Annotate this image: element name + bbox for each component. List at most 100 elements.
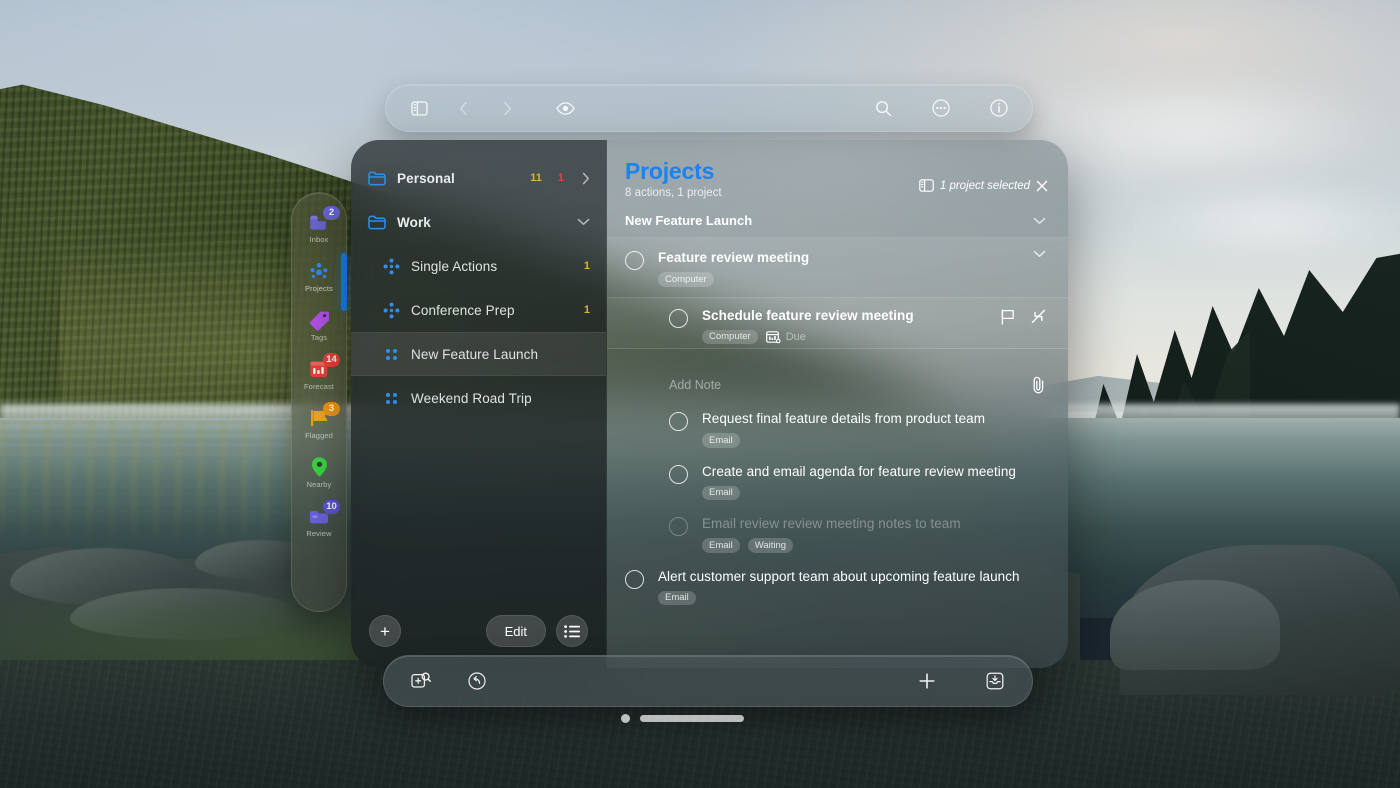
task-title: Create and email agenda for feature revi… (702, 464, 1046, 479)
task-checkbox[interactable] (669, 465, 688, 484)
sidebar-label-personal: Personal (397, 171, 514, 186)
rail-item-nearby[interactable]: Nearby (293, 452, 345, 492)
task-body: Email review review meeting notes to tea… (702, 516, 1046, 553)
rail-item-tags[interactable]: Tags (293, 305, 345, 345)
perspective-rail: 2 Inbox Projects Tags (291, 192, 347, 612)
cloud (1120, 180, 1400, 260)
close-icon[interactable] (1036, 180, 1048, 192)
tag-chip[interactable]: Computer (702, 330, 758, 345)
project-group-name: New Feature Launch (625, 213, 1033, 228)
tag-chip[interactable]: Email (658, 591, 696, 606)
sidebar-label-single-actions: Single Actions (411, 259, 568, 274)
sidebar-item-work[interactable]: Work (351, 200, 606, 244)
back-icon[interactable] (446, 91, 480, 125)
due-label: Due (786, 331, 806, 343)
forward-icon[interactable] (490, 91, 524, 125)
rail-label-flagged: Flagged (305, 431, 333, 440)
task-row[interactable]: Email review review meeting notes to tea… (607, 510, 1068, 563)
selection-status: 1 project selected (919, 179, 1048, 192)
quick-open-icon[interactable] (404, 664, 438, 698)
due-date-field[interactable]: Due (766, 330, 806, 344)
task-body: Request final feature details from produ… (702, 411, 1046, 448)
review-badge: 10 (323, 500, 340, 514)
rail-item-projects[interactable]: Projects (293, 256, 345, 296)
rail-item-flagged[interactable]: 3 Flagged (293, 403, 345, 443)
inbox-add-icon[interactable] (978, 664, 1012, 698)
task-row[interactable]: Alert customer support team about upcomi… (607, 563, 1068, 616)
undo-icon[interactable] (460, 664, 494, 698)
tag-chip[interactable]: Waiting (748, 538, 793, 553)
task-body: Feature review meeting Computer (658, 250, 1019, 287)
task-title: Email review review meeting notes to tea… (702, 516, 1046, 531)
rail-item-inbox[interactable]: 2 Inbox (293, 207, 345, 247)
list-view-button[interactable] (556, 615, 588, 647)
add-project-label: + (380, 623, 390, 640)
task-checkbox[interactable] (669, 309, 688, 328)
sidebar-item-personal[interactable]: Personal 11 1 (351, 156, 606, 200)
info-icon[interactable] (982, 91, 1016, 125)
sidebar-item-conference-prep[interactable]: Conference Prep 1 (351, 288, 606, 332)
add-project-button[interactable]: + (369, 615, 401, 647)
content-pane: Projects 8 actions, 1 project 1 project … (607, 140, 1068, 668)
count-overdue: 1 (558, 172, 564, 184)
eye-icon[interactable] (548, 91, 582, 125)
projects-icon (305, 259, 333, 283)
tag-chip[interactable]: Email (702, 486, 740, 501)
window-close-dot[interactable] (621, 714, 630, 723)
chevron-right-icon[interactable] (582, 172, 590, 185)
tag-chip[interactable]: Computer (658, 272, 714, 287)
task-actions (1001, 308, 1046, 345)
collapse-action-icon[interactable] (1031, 309, 1046, 324)
bottom-toolbar (383, 655, 1033, 707)
task-body: Schedule feature review meeting Computer (702, 308, 987, 345)
add-icon[interactable] (910, 664, 944, 698)
rail-label-nearby: Nearby (307, 480, 332, 489)
content-header: Projects 8 actions, 1 project 1 project … (607, 140, 1068, 199)
sidebar-label-work: Work (397, 215, 559, 230)
search-icon[interactable] (866, 91, 900, 125)
more-ellipsis-icon[interactable] (924, 91, 958, 125)
paperclip-icon[interactable] (1031, 376, 1046, 394)
rail-item-review[interactable]: 10 Review (293, 501, 345, 541)
task-row[interactable]: Schedule feature review meeting Computer (607, 298, 1068, 350)
sidebar-item-new-feature-launch[interactable]: New Feature Launch (351, 332, 606, 376)
selection-status-text: 1 project selected (940, 180, 1030, 192)
rail-label-tags: Tags (311, 333, 327, 342)
list-view-icon (564, 625, 580, 638)
task-row[interactable]: Request final feature details from produ… (607, 405, 1068, 458)
rail-item-forecast[interactable]: 14 Forecast (293, 354, 345, 394)
note-field[interactable]: Add Note (607, 365, 1068, 405)
app-window: Personal 11 1 Work (351, 140, 1068, 668)
chevron-down-icon[interactable] (1033, 217, 1046, 225)
sidebar-item-single-actions[interactable]: Single Actions 1 (351, 244, 606, 288)
task-checkbox[interactable] (669, 517, 688, 536)
window-resize-bar[interactable] (640, 715, 744, 722)
count-available: 1 (584, 304, 590, 316)
count-available: 11 (530, 172, 542, 184)
tag-chip[interactable]: Email (702, 538, 740, 553)
sidebar-item-weekend-road-trip[interactable]: Weekend Road Trip (351, 376, 606, 420)
task-tags: Email Waiting (702, 538, 1046, 553)
flag-action-icon[interactable] (1001, 309, 1015, 325)
task-tags: Email (702, 433, 1046, 448)
note-placeholder: Add Note (669, 378, 1031, 392)
task-checkbox[interactable] (625, 570, 644, 589)
task-tags: Computer (702, 330, 987, 345)
task-row[interactable]: Feature review meeting Computer (607, 238, 1068, 298)
forecast-badge: 14 (323, 353, 340, 367)
task-checkbox[interactable] (625, 251, 644, 270)
sidebar-label-new-feature-launch: New Feature Launch (411, 347, 590, 362)
chevron-down-icon[interactable] (1033, 250, 1046, 287)
task-tags: Computer (658, 272, 1019, 287)
sidebar-toggle-icon[interactable] (402, 91, 436, 125)
tag-chip[interactable]: Email (702, 433, 740, 448)
sidebar-label-conference-prep: Conference Prep (411, 303, 568, 318)
edit-button[interactable]: Edit (486, 615, 546, 647)
task-row[interactable]: Create and email agenda for feature revi… (607, 458, 1068, 511)
task-checkbox[interactable] (669, 412, 688, 431)
chevron-down-icon[interactable] (577, 218, 590, 226)
sidebar-panel-icon (919, 179, 934, 192)
task-title: Alert customer support team about upcomi… (658, 569, 1046, 584)
project-group-header[interactable]: New Feature Launch (607, 213, 1068, 238)
sidebar: Personal 11 1 Work (351, 140, 607, 668)
